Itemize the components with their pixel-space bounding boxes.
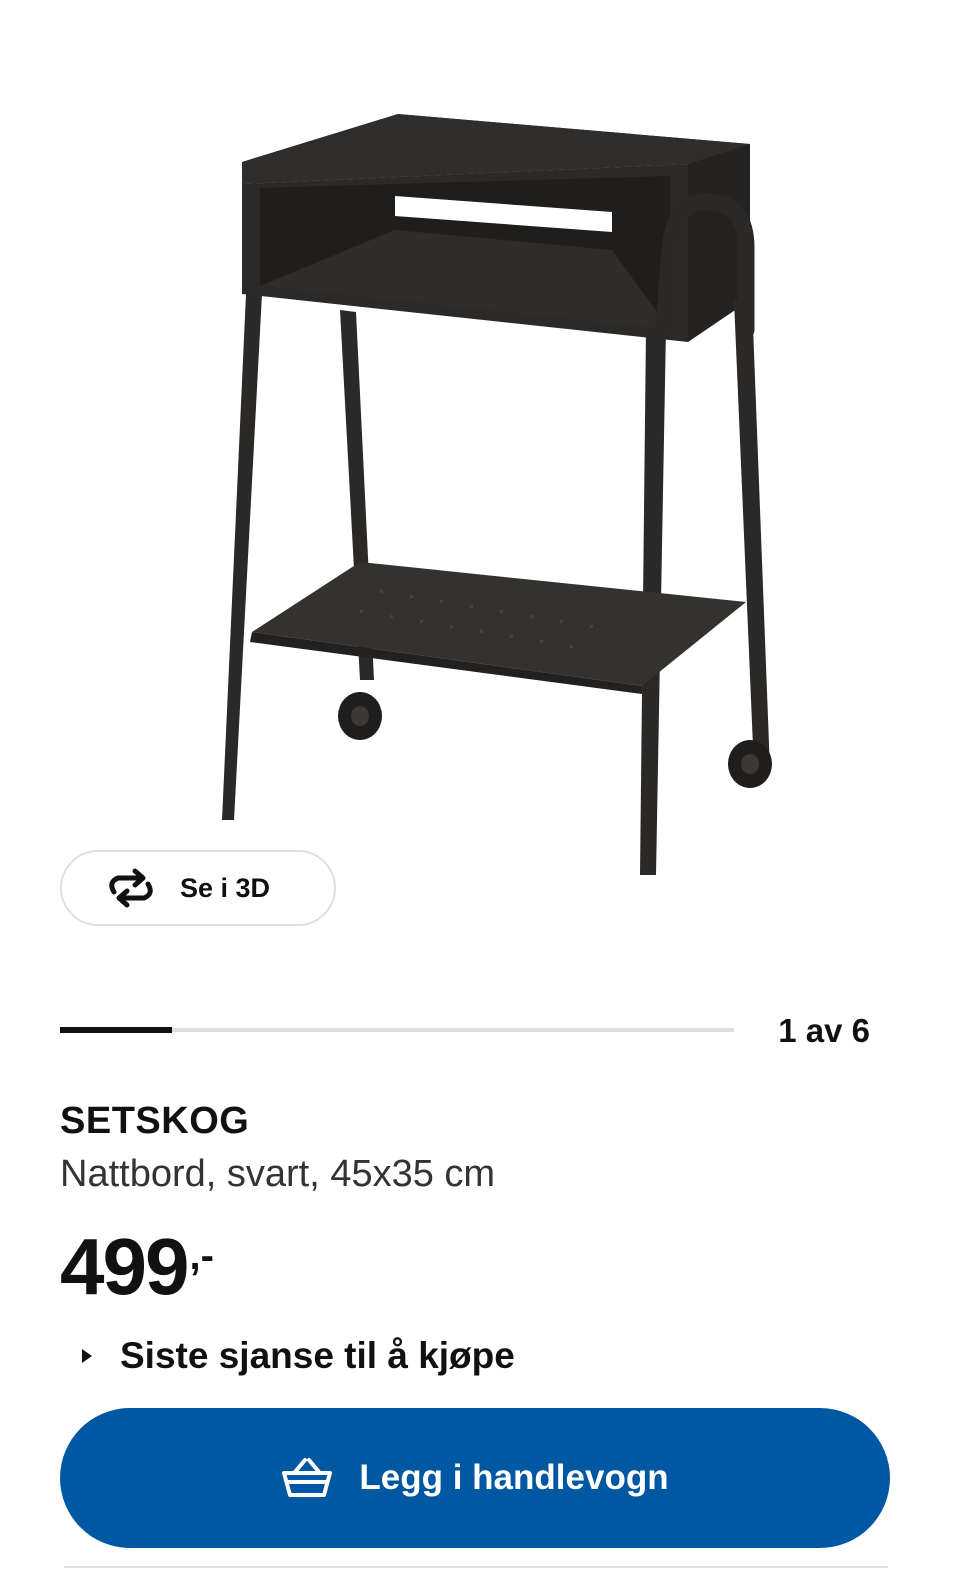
add-to-cart-label: Legg i handlevogn	[359, 1458, 669, 1497]
basket-icon	[281, 1456, 333, 1500]
bedside-table-image	[222, 114, 772, 875]
price-amount: 499	[60, 1222, 189, 1311]
product-description: Nattbord, svart, 45x35 cm	[60, 1153, 496, 1195]
view-3d-label: Se i 3D	[180, 872, 271, 903]
divider	[64, 1566, 888, 1568]
view-3d-button[interactable]: Se i 3D	[60, 850, 336, 926]
rotate-3d-icon	[104, 868, 158, 908]
carousel-progress-track[interactable]	[60, 1027, 734, 1033]
carousel-progress-indicator	[60, 1027, 173, 1033]
caret-right-icon	[80, 1347, 94, 1365]
price-suffix: ,-	[189, 1234, 214, 1278]
carousel-counter: 1 av 6	[778, 1012, 870, 1049]
availability-note: Siste sjanse til å kjøpe	[120, 1335, 515, 1376]
product-name: SETSKOG	[60, 1100, 250, 1142]
product-price: 499 ,-	[60, 1222, 214, 1312]
add-to-cart-button[interactable]: Legg i handlevogn	[60, 1408, 890, 1548]
product-image[interactable]	[180, 80, 800, 900]
availability-toggle[interactable]: Siste sjanse til å kjøpe	[80, 1335, 515, 1377]
